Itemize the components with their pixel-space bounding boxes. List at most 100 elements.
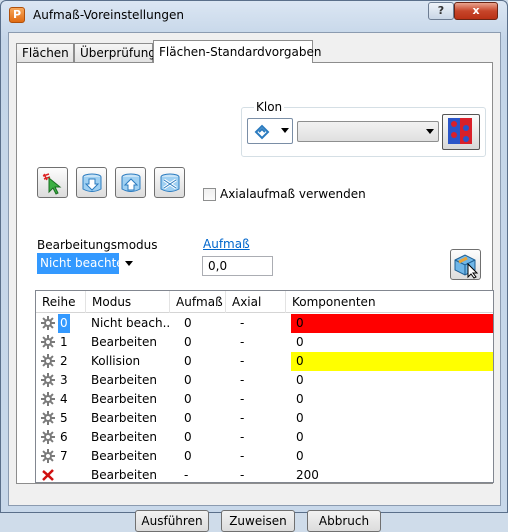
cell-aufmass: 0 [184,430,192,444]
klon-select[interactable] [297,121,439,142]
cell-aufmass: 0 [184,449,192,463]
cell-reihe: 3 [60,373,68,387]
header-komponenten[interactable]: Komponenten [286,291,493,313]
table-row[interactable]: 2 Kollision 0 - 0 [36,352,493,371]
cell-aufmass: 0 [184,316,192,330]
cancel-button[interactable]: Abbruch [307,510,381,532]
cell-modus: Bearbeiten [91,468,157,482]
assign-button[interactable]: Zuweisen [221,510,295,532]
table-row[interactable]: 6 Bearbeiten 0 - 0 [36,428,493,447]
cell-aufmass: - [184,468,189,482]
chevron-down-icon [125,261,133,266]
tab-flaechen[interactable]: Flächen [16,43,74,63]
cell-axial: - [240,354,245,368]
table-row[interactable]: 5 Bearbeiten 0 - 0 [36,409,493,428]
cell-aufmass: 0 [184,335,192,349]
select-surfaces-icon [42,173,62,195]
cell-axial: - [240,335,245,349]
header-aufmass[interactable]: Aufmaß [170,291,226,313]
edit-component-button[interactable] [450,249,481,280]
cell-modus: Bearbeiten [91,430,157,444]
cell-komponenten: 200 [296,468,319,482]
gear-icon [41,430,55,444]
gear-icon [41,392,55,406]
cell-axial: - [240,316,245,330]
cell-aufmass: 0 [184,392,192,406]
move-down-button[interactable] [76,167,107,198]
apply-button[interactable]: Ausführen [135,510,209,532]
cell-komponenten: 0 [296,449,304,463]
clone-pattern-icon [448,118,472,144]
cell-modus: Kollision [91,354,141,368]
tab-flaechen-standardvorgaben[interactable]: Flächen-Standardvorgaben [153,40,321,63]
cell-aufmass: 0 [184,411,192,425]
clone-icon [254,124,270,140]
cell-axial: - [240,449,245,463]
table-row[interactable]: 7 Bearbeiten 0 - 0 [36,447,493,466]
klon-mode-combo[interactable] [247,118,293,144]
klon-apply-button[interactable] [442,114,480,150]
cell-modus: Bearbeiten [91,335,157,349]
cell-axial: - [240,468,245,482]
arrow-up-icon [121,173,141,192]
cell-axial: - [240,373,245,387]
chevron-down-icon [426,129,434,134]
table-header: Reihe Modus Aufmaß Axial Komponenten [36,291,493,313]
header-reihe[interactable]: Reihe [36,291,86,313]
select-surfaces-button[interactable] [37,167,68,198]
gear-icon [41,373,55,387]
cell-aufmass: 0 [184,354,192,368]
cell-modus: Nicht beach... [91,316,170,330]
chevron-down-icon [281,128,289,133]
dialog-window: P Aufmaß-Voreinstellungen ? x Flächen Üb… [0,0,508,532]
axial-checkbox[interactable] [203,188,216,201]
cell-axial: - [240,392,245,406]
tab-ueberpruefung[interactable]: Überprüfung [74,43,156,63]
gear-icon [41,335,55,349]
cell-axial: - [240,430,245,444]
bearbeitungsmodus-select[interactable]: Nicht beachten [37,253,137,274]
window-title: Aufmaß-Voreinstellungen [33,8,184,22]
cell-reihe: 4 [60,392,68,406]
header-modus[interactable]: Modus [86,291,170,313]
stock-table: Reihe Modus Aufmaß Axial Komponenten 0 Ni… [35,290,494,483]
cell-komponenten: 0 [296,373,304,387]
app-icon: P [9,7,25,23]
header-axial[interactable]: Axial [226,291,286,313]
close-button[interactable]: x [454,2,498,20]
bearbeitungsmodus-label: Bearbeitungsmodus [37,238,158,252]
title-bar[interactable]: P Aufmaß-Voreinstellungen ? x [1,1,507,31]
cell-modus: Bearbeiten [91,411,157,425]
table-row[interactable]: 4 Bearbeiten 0 - 0 [36,390,493,409]
cell-modus: Bearbeiten [91,373,157,387]
cell-komponenten: 0 [296,430,304,444]
cell-komponenten: 0 [296,392,304,406]
cell-reihe: 7 [60,449,68,463]
cell-komponenten: 0 [296,335,304,349]
table-row[interactable]: Bearbeiten - - 200 [36,466,493,482]
gear-icon [41,316,55,330]
cell-reihe [58,466,62,482]
cell-reihe: 5 [60,411,68,425]
bearbeitungsmodus-value: Nicht beachten [37,253,119,274]
table-row[interactable]: 3 Bearbeiten 0 - 0 [36,371,493,390]
cell-reihe: 2 [60,354,68,368]
clear-icon [160,173,180,192]
clear-button[interactable] [154,167,185,198]
arrow-down-icon [82,173,102,192]
move-up-button[interactable] [115,167,146,198]
dialog-client-area: Flächen Überprüfung Flächen-Standardvorg… [8,32,501,532]
help-button[interactable]: ? [428,2,454,20]
cell-axial: - [240,411,245,425]
cell-komponenten: 0 [291,352,493,371]
cell-modus: Bearbeiten [91,392,157,406]
aufmass-link[interactable]: Aufmaß [203,237,250,251]
cell-aufmass: 0 [184,373,192,387]
klon-label: Klon [254,100,285,114]
tab-panel: Klon Axialaufmaß verwenden Bearbeitungsm… [16,62,494,484]
cell-komponenten: 0 [296,411,304,425]
table-row[interactable]: 0 Nicht beach... 0 - 0 [36,314,493,333]
table-row[interactable]: 1 Bearbeiten 0 - 0 [36,333,493,352]
gear-icon [41,354,55,368]
aufmass-input[interactable]: 0,0 [202,256,273,276]
